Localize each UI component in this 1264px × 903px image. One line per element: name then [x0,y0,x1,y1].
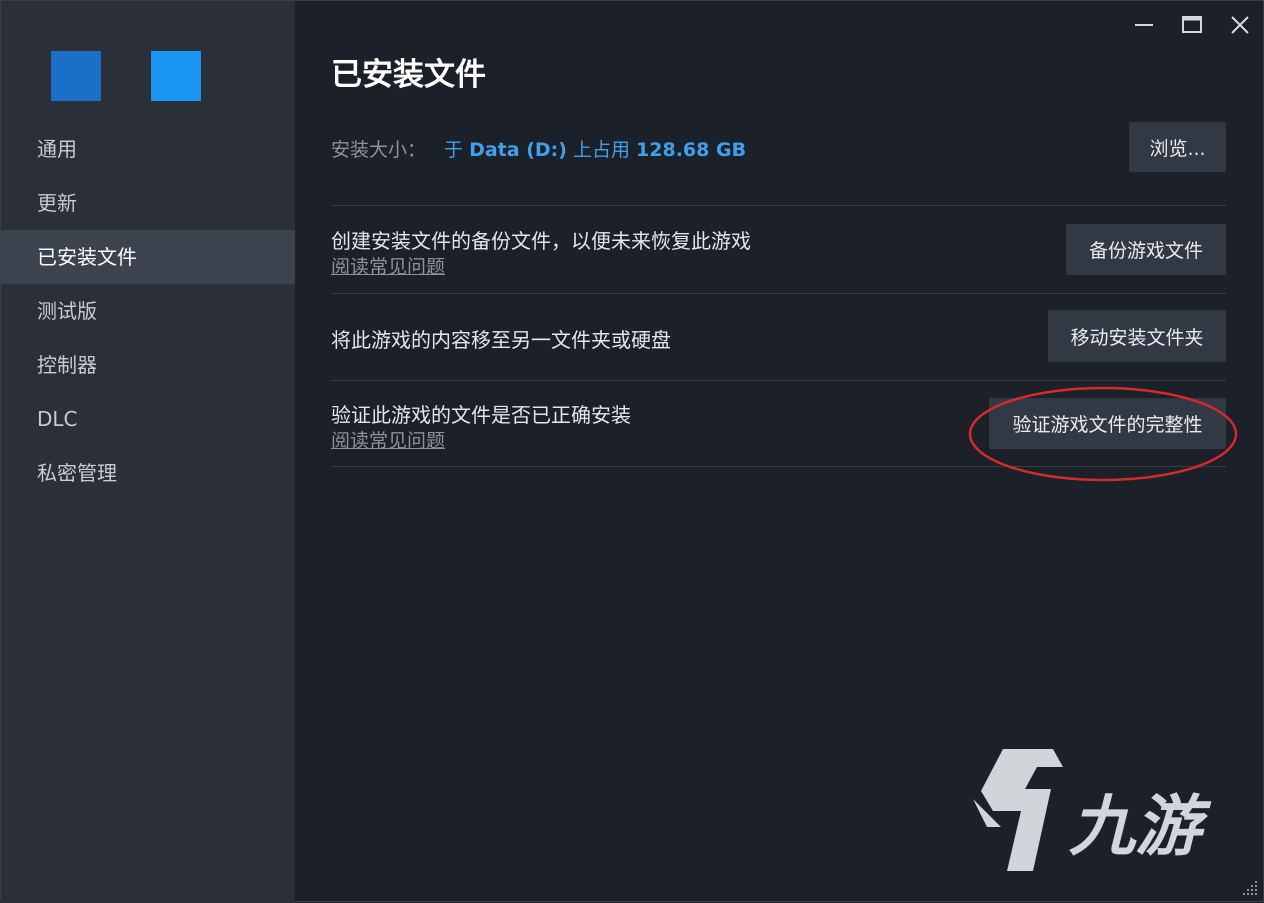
sidebar-item-installed-files[interactable]: 已安装文件 [1,230,295,284]
sidebar-item-updates[interactable]: 更新 [1,176,295,230]
install-drive: Data (D:) [469,139,567,161]
divider [331,205,1226,206]
maximize-icon[interactable] [1175,9,1209,41]
sidebar-item-dlc[interactable]: DLC [1,392,295,446]
move-description: 将此游戏的内容移至另一文件夹或硬盘 [331,328,671,352]
install-size-prefix: 于 [444,139,464,161]
resize-grip-icon[interactable] [1239,877,1261,899]
divider [331,466,1226,467]
steam-properties-window: 通用 更新 已安装文件 测试版 控制器 DLC 私密管理 已安装文件 安装大小：… [0,0,1264,903]
backup-faq-link[interactable]: 阅读常见问题 [331,252,445,279]
install-size-mid: 上占用 [572,139,630,161]
verify-description: 验证此游戏的文件是否已正确安装 [331,403,631,427]
install-size-amount: 128.68 GB [636,139,747,161]
page-title: 已安装文件 [331,57,486,93]
backup-game-files-button[interactable]: 备份游戏文件 [1066,224,1226,275]
install-size-row: 安装大小： 于 Data (D:) 上占用 128.68 GB [331,135,746,162]
move-install-folder-button[interactable]: 移动安装文件夹 [1048,310,1226,362]
game-logo-left [51,51,101,101]
sidebar: 通用 更新 已安装文件 测试版 控制器 DLC 私密管理 [1,1,295,903]
backup-description: 创建安装文件的备份文件，以便未来恢复此游戏 [331,229,751,253]
minimize-icon[interactable] [1127,9,1161,41]
browse-button[interactable]: 浏览... [1129,122,1226,172]
verify-faq-link[interactable]: 阅读常见问题 [331,426,445,453]
sidebar-item-general[interactable]: 通用 [1,122,295,176]
sidebar-nav: 通用 更新 已安装文件 测试版 控制器 DLC 私密管理 [1,122,295,500]
game-logo-right [151,51,201,101]
close-icon[interactable] [1223,9,1257,41]
jiuyou-watermark-logo: 九游 [973,749,1212,871]
divider [331,293,1226,294]
install-size-value: 于 Data (D:) 上占用 128.68 GB [444,139,746,161]
sidebar-item-privacy[interactable]: 私密管理 [1,446,295,500]
verify-game-files-button[interactable]: 验证游戏文件的完整性 [989,398,1226,449]
watermark-text: 九游 [1069,788,1212,865]
divider [331,380,1226,381]
sidebar-item-betas[interactable]: 测试版 [1,284,295,338]
sidebar-item-controller[interactable]: 控制器 [1,338,295,392]
install-size-label: 安装大小： [331,139,427,161]
